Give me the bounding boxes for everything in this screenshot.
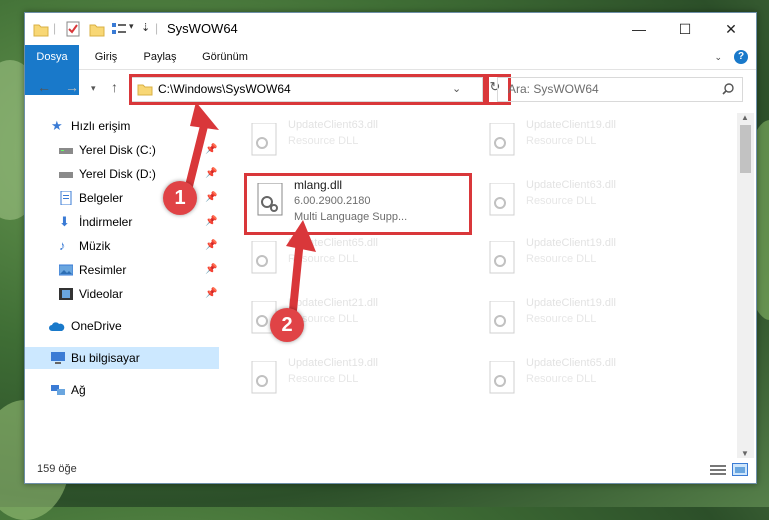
arrow-2 (286, 220, 316, 324)
annotation-overlay (182, 102, 316, 324)
arrow-1 (182, 102, 219, 202)
step-callout-1: 1 (163, 181, 197, 215)
step-callout-2: 2 (270, 308, 304, 342)
